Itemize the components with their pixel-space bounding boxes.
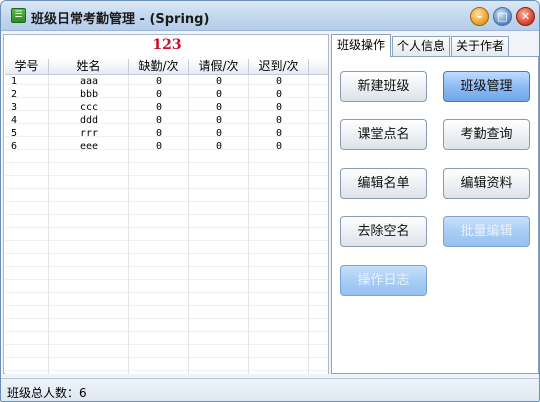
edit-roster-button[interactable]: 编辑名单 bbox=[340, 168, 427, 199]
column-header-leave[interactable]: 请假/次 bbox=[189, 59, 249, 75]
table-cell: 0 bbox=[155, 76, 163, 87]
table-cell: 0 bbox=[155, 141, 163, 152]
table-cell: 0 bbox=[215, 115, 223, 126]
table-cell: bbb bbox=[79, 89, 99, 100]
table-row[interactable]: 1 aaa 0 0 0 bbox=[5, 76, 328, 89]
table-cell: 4 bbox=[11, 115, 18, 126]
table-cell: 0 bbox=[215, 76, 223, 87]
title-bar[interactable]: ☰ 班级日常考勤管理 - (Spring) – □ ✕ bbox=[1, 1, 539, 31]
edit-info-button[interactable]: 编辑资料 bbox=[443, 168, 530, 199]
table-row[interactable]: 6 eee 0 0 0 bbox=[5, 141, 328, 154]
table-row[interactable]: 4 ddd 0 0 0 bbox=[5, 115, 328, 128]
batch-edit-button[interactable]: 批量编辑 bbox=[443, 216, 530, 247]
attendance-table[interactable]: 学号 姓名 缺勤/次 请假/次 迟到/次 1 aaa 0 0 0 2 bbb 0 0 0 3 ccc 0… bbox=[5, 59, 328, 374]
table-cell: 0 bbox=[215, 141, 223, 152]
new-class-button[interactable]: 新建班级 bbox=[340, 71, 427, 102]
table-cell: 5 bbox=[11, 128, 18, 139]
column-header-id[interactable]: 学号 bbox=[5, 59, 49, 75]
main-window: ☰ 班级日常考勤管理 - (Spring) – □ ✕ 123 学号 姓名 缺勤… bbox=[0, 0, 540, 402]
table-cell: 0 bbox=[215, 102, 223, 113]
tab-personal-info[interactable]: 个人信息 bbox=[392, 36, 450, 56]
status-bar: 班级总人数：6 bbox=[1, 378, 539, 401]
table-cell: 0 bbox=[275, 89, 283, 100]
table-cell: 0 bbox=[275, 141, 283, 152]
table-cell: rrr bbox=[79, 128, 99, 139]
attendance-panel: 123 学号 姓名 缺勤/次 请假/次 迟到/次 1 aaa 0 0 0 2 bbb 0 0 0 3… bbox=[3, 34, 329, 374]
table-cell: 0 bbox=[275, 102, 283, 113]
table-cell: 6 bbox=[11, 141, 18, 152]
table-cell: 0 bbox=[275, 128, 283, 139]
column-header-name[interactable]: 姓名 bbox=[49, 59, 129, 75]
table-cell: 0 bbox=[155, 89, 163, 100]
column-header-late[interactable]: 迟到/次 bbox=[249, 59, 309, 75]
table-cell: 0 bbox=[275, 115, 283, 126]
table-cell: 0 bbox=[215, 89, 223, 100]
table-cell: 0 bbox=[155, 102, 163, 113]
tab-class-operations[interactable]: 班级操作 bbox=[331, 34, 391, 57]
window-title: 班级日常考勤管理 - (Spring) bbox=[31, 12, 210, 27]
attendance-query-button[interactable]: 考勤查询 bbox=[443, 119, 530, 150]
table-cell: 0 bbox=[155, 128, 163, 139]
close-button[interactable]: ✕ bbox=[516, 7, 535, 26]
table-cell: 1 bbox=[11, 76, 18, 87]
minimize-button[interactable]: – bbox=[470, 7, 489, 26]
table-cell: 3 bbox=[11, 102, 18, 113]
table-cell: 0 bbox=[155, 115, 163, 126]
table-header: 学号 姓名 缺勤/次 请假/次 迟到/次 bbox=[5, 59, 328, 75]
table-cell: aaa bbox=[79, 76, 99, 87]
class-total-count: 班级总人数：6 bbox=[7, 386, 87, 400]
column-header-absent[interactable]: 缺勤/次 bbox=[129, 59, 189, 75]
table-cell: eee bbox=[79, 141, 99, 152]
table-row[interactable]: 2 bbb 0 0 0 bbox=[5, 89, 328, 102]
counter-display: 123 bbox=[152, 37, 182, 53]
operations-panel: 班级操作 个人信息 关于作者 新建班级 班级管理 课堂点名 考勤查询 编辑名单 … bbox=[331, 34, 539, 374]
maximize-button[interactable]: □ bbox=[493, 7, 512, 26]
table-cell: 0 bbox=[215, 128, 223, 139]
table-cell: 2 bbox=[11, 89, 18, 100]
roll-call-button[interactable]: 课堂点名 bbox=[340, 119, 427, 150]
class-manage-button[interactable]: 班级管理 bbox=[443, 71, 530, 102]
table-row[interactable]: 5 rrr 0 0 0 bbox=[5, 128, 328, 141]
table-cell: ddd bbox=[79, 115, 99, 126]
tab-about-author[interactable]: 关于作者 bbox=[451, 36, 509, 56]
remove-empty-button[interactable]: 去除空名 bbox=[340, 216, 427, 247]
table-cell: 0 bbox=[275, 76, 283, 87]
table-cell: ccc bbox=[79, 102, 99, 113]
table-row[interactable]: 3 ccc 0 0 0 bbox=[5, 102, 328, 115]
app-icon: ☰ bbox=[11, 8, 26, 23]
tab-content: 新建班级 班级管理 课堂点名 考勤查询 编辑名单 编辑资料 去除空名 批量编辑 … bbox=[331, 56, 539, 374]
operation-log-button[interactable]: 操作日志 bbox=[340, 265, 427, 296]
